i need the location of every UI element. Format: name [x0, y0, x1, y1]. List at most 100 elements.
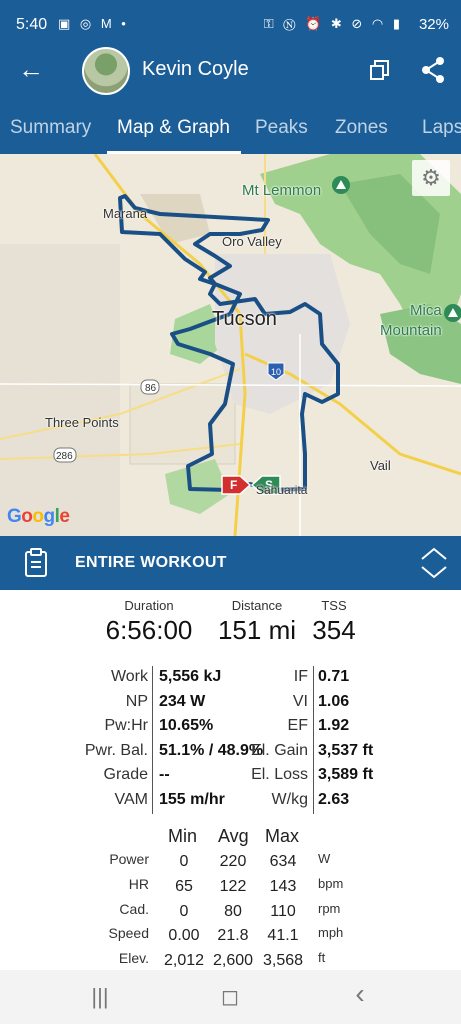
stats-avg: 122 [219, 877, 247, 895]
stats-avg: 80 [224, 902, 242, 920]
stats-min: 0 [179, 853, 189, 870]
expand-collapse-icon[interactable] [418, 545, 450, 581]
home-button[interactable]: ◻ [210, 984, 250, 1010]
stats-key: Power [109, 851, 149, 867]
stats-max: 634 [269, 853, 297, 870]
athlete-name: Kevin Coyle [142, 58, 249, 80]
system-icons: ⚿ Ⓝ ⏰ ✱ ⊘ ◠ ▮ [263, 16, 403, 31]
avatar[interactable] [82, 47, 130, 95]
tab-map-graph[interactable]: Map & Graph [117, 117, 230, 139]
metric-value: 3,589 ft [318, 766, 374, 784]
system-nav-bar: ||| ◻ ‹ [0, 970, 461, 1024]
metric-key: W/kg [271, 791, 308, 808]
copy-icon[interactable] [368, 58, 392, 82]
stats-unit: mph [318, 925, 344, 941]
google-logo: Google [7, 506, 70, 527]
metric-row: El. Loss 3,589 ft [0, 766, 461, 786]
map-canvas: F S 86 286 10 [0, 154, 461, 536]
route-map[interactable]: F S 86 286 10 Marana Oro Valley Mt Lemmo… [0, 154, 461, 536]
map-label-three-points: Three Points [45, 415, 119, 430]
stats-max: 110 [270, 902, 296, 920]
recent-apps-button[interactable]: ||| [80, 984, 120, 1010]
map-label-mountain: Mountain [380, 322, 442, 339]
stats-max: 3,568 [262, 952, 304, 970]
route-286-label: 286 [56, 451, 73, 462]
map-label-tucson: Tucson [212, 308, 277, 330]
stats-avg: 2,600 [212, 952, 254, 970]
stats-min: 0.00 [168, 927, 200, 945]
stats-max: 41.1 [267, 927, 299, 945]
route-86-label: 86 [145, 383, 157, 394]
metric-row: EF 1.92 [0, 717, 461, 737]
duration-stat: Duration 6:56:00 [104, 598, 194, 646]
metric-row: VI 1.06 [0, 693, 461, 713]
stats-row: Elev. 2,012 2,600 3,568 ft [0, 950, 461, 970]
status-time: 5:40 [16, 16, 48, 33]
tab-summary[interactable]: Summary [10, 117, 91, 139]
tss-stat: TSS 354 [308, 598, 360, 646]
metric-row: W/kg 2.63 [0, 791, 461, 811]
stats-row: HR 65 122 143 bpm [0, 876, 461, 896]
duration-label: Duration [124, 598, 174, 613]
map-label-mica: Mica [410, 302, 442, 319]
stats-unit: W [318, 851, 331, 866]
tab-bar: Summary Map & Graph Peaks Zones Laps [0, 104, 461, 154]
battery-level: 32% [418, 16, 449, 33]
tab-peaks[interactable]: Peaks [255, 117, 308, 139]
app-bar: ← Kevin Coyle [0, 38, 461, 104]
stats-unit: rpm [318, 900, 341, 916]
distance-label: Distance [231, 598, 283, 613]
stats-key: Elev. [118, 950, 149, 967]
stats-key: Speed [108, 925, 149, 942]
metric-key: VI [292, 692, 308, 710]
map-label-oro-valley: Oro Valley [222, 234, 282, 249]
stats-unit: bpm [318, 875, 344, 891]
map-label-mt-lemmon: Mt Lemmon [242, 182, 322, 199]
map-label-marana: Marana [103, 206, 148, 221]
metric-value: 1.92 [318, 717, 350, 735]
metric-key: El. Gain [251, 741, 308, 759]
stats-row: Speed 0.00 21.8 41.1 mph [0, 925, 461, 945]
share-icon[interactable] [420, 56, 446, 84]
tss-value: 354 [312, 615, 356, 645]
route-10-label: 10 [271, 367, 281, 377]
map-label-sahuarita: Sahuarita [256, 483, 308, 497]
tab-zones[interactable]: Zones [335, 117, 388, 139]
metric-value: 2.63 [318, 791, 350, 808]
finish-marker: F [230, 478, 237, 492]
stats-unit: ft [318, 950, 326, 966]
stats-min: 0 [179, 902, 189, 920]
duration-value: 6:56:00 [105, 615, 193, 645]
workout-range-title: ENTIRE WORKOUT [75, 554, 227, 571]
stats-key: HR [128, 875, 149, 892]
clipboard-icon [25, 548, 47, 577]
metric-key: EF [287, 717, 308, 735]
gear-icon[interactable]: ⚙ [412, 160, 450, 196]
stats-avg: 220 [219, 853, 247, 870]
stats-min: 65 [175, 877, 193, 895]
distance-value: 151 mi [217, 615, 297, 645]
map-label-vail: Vail [370, 458, 391, 473]
stats-header-avg: Avg [218, 826, 249, 846]
tss-label: TSS [321, 598, 347, 613]
status-bar: 5:40 ▣ ◎ M • ⚿ Ⓝ ⏰ ✱ ⊘ ◠ ▮ 32% [0, 0, 461, 38]
stats-row: Cad. 0 80 110 rpm [0, 901, 461, 921]
system-back-button[interactable]: ‹ [340, 978, 380, 1010]
metric-row: El. Gain 3,537 ft [0, 742, 461, 762]
stats-max: 143 [269, 877, 297, 895]
stats-header-min: Min [168, 826, 198, 846]
workout-selector-bar[interactable]: ENTIRE WORKOUT [0, 536, 461, 590]
stats-key: Cad. [119, 900, 149, 917]
stats-avg: 21.8 [217, 927, 249, 945]
metric-key: El. Loss [251, 766, 308, 784]
distance-stat: Distance 151 mi [210, 598, 304, 646]
stats-row: Power 0 220 634 W [0, 851, 461, 871]
notification-icons: ▣ ◎ M • [58, 16, 129, 31]
metric-row: IF 0.71 [0, 668, 461, 688]
back-arrow-icon[interactable]: ← [18, 54, 48, 84]
metric-value: 0.71 [318, 668, 350, 685]
metric-value: 1.06 [318, 692, 350, 710]
tab-laps[interactable]: Laps [422, 117, 461, 139]
stats-header-max: Max [265, 826, 300, 846]
stats-min: 2,012 [163, 952, 205, 970]
